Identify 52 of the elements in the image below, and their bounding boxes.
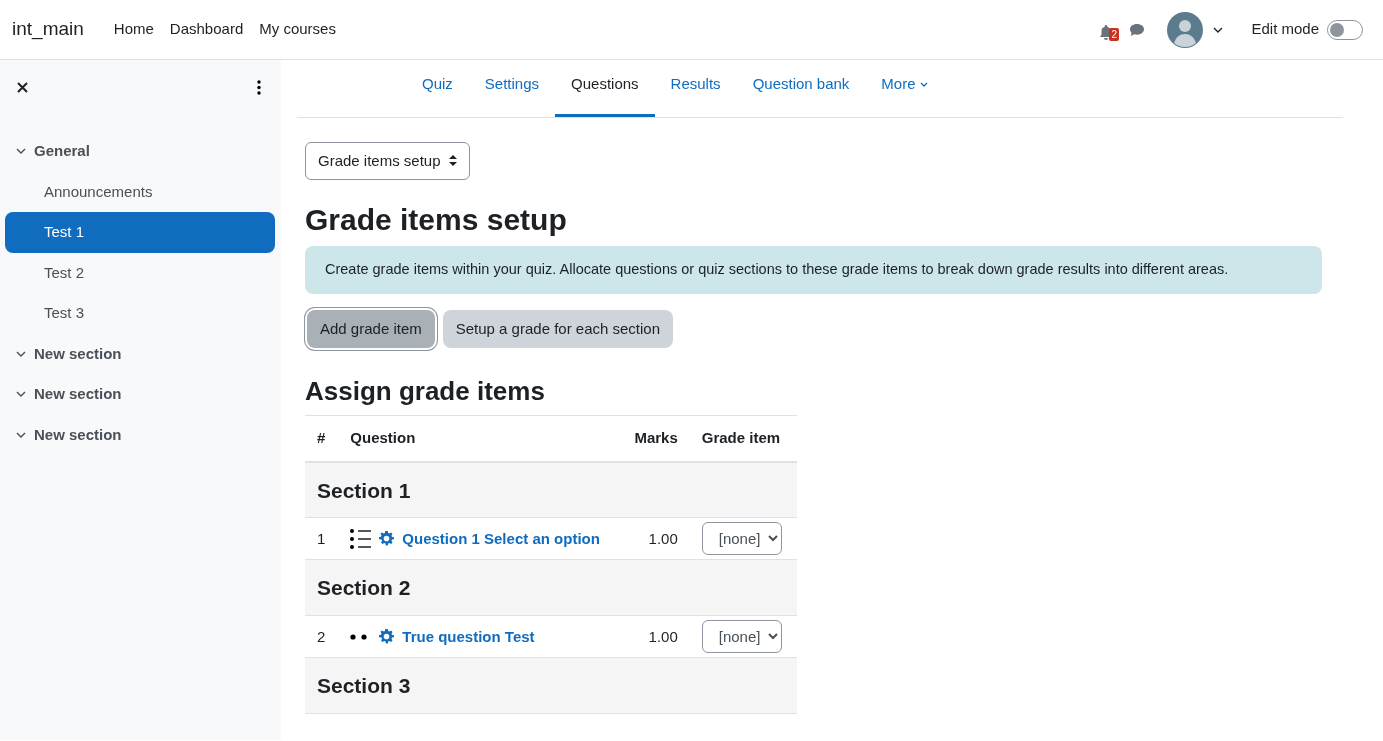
grade-item-select[interactable]: [none] [701, 620, 782, 654]
action-button[interactable]: Setup a grade for each section [442, 309, 674, 349]
info-alert: Create grade items within your quiz. Allocate questions or quiz sections to these grade items to break down grade results into different areas. [305, 246, 1322, 294]
avatar-icon[interactable] [1167, 11, 1204, 48]
section-title[interactable]: New section [34, 342, 122, 365]
action-button[interactable]: Add grade item [307, 309, 435, 349]
section-title: Section 2 [317, 576, 411, 600]
question-link[interactable]: True question Test [402, 625, 535, 649]
tab[interactable]: Settings [468, 60, 556, 117]
table-cell: 1 [305, 517, 339, 560]
sidebar-item[interactable]: Test 1 [5, 212, 275, 253]
close-icon[interactable] [17, 82, 28, 93]
table-cell: 2 [305, 615, 339, 658]
column-header: # [305, 415, 339, 462]
section-title: Section 3 [317, 674, 411, 698]
table-cell: 1.00 [620, 517, 690, 560]
column-header: Marks [620, 415, 690, 462]
tab[interactable]: Results [654, 60, 737, 117]
tab[interactable]: Question bank [736, 60, 866, 117]
sidebar-item[interactable]: Test 2 [5, 252, 275, 293]
section-title: Section 1 [317, 478, 411, 502]
nav-link[interactable]: Dashboard [161, 18, 252, 41]
page-heading: Grade items setup [305, 202, 568, 238]
nav-link[interactable]: Home [105, 18, 162, 41]
question-link[interactable]: Question 1 Select an option [402, 527, 600, 551]
section-title[interactable]: New section [34, 383, 122, 406]
more-options-icon[interactable] [257, 80, 261, 95]
column-header: Grade item [689, 415, 797, 462]
settings-icon[interactable] [379, 531, 395, 547]
section-title[interactable]: New section [34, 423, 122, 446]
column-header: Question [338, 415, 621, 462]
edit-mode-label: Edit mode [1251, 19, 1319, 40]
sidebar-item[interactable]: Test 3 [5, 293, 275, 334]
chevron-down-icon[interactable] [1213, 26, 1224, 33]
two-dots-icon [350, 633, 368, 640]
chat-bubble-icon[interactable] [1129, 22, 1146, 37]
tab[interactable]: Quiz [406, 60, 469, 117]
list-icon [350, 528, 372, 549]
tab[interactable]: More [865, 60, 944, 117]
sort-arrows-icon [448, 155, 457, 167]
section-heading: Assign grade items [305, 376, 546, 408]
section-title[interactable]: General [34, 140, 90, 163]
table-cell: 1.00 [620, 615, 690, 658]
sidebar-item[interactable]: Announcements [5, 171, 275, 212]
tab[interactable]: Questions [555, 60, 655, 117]
page-selector[interactable]: Grade items setup [305, 141, 470, 180]
grade-item-select[interactable]: [none] [701, 522, 782, 556]
nav-link[interactable]: My courses [251, 18, 344, 41]
notification-count: 2 [1109, 27, 1119, 41]
chevron-down-icon [919, 81, 928, 87]
settings-icon[interactable] [379, 629, 395, 645]
site-name[interactable]: int_main [12, 15, 84, 44]
